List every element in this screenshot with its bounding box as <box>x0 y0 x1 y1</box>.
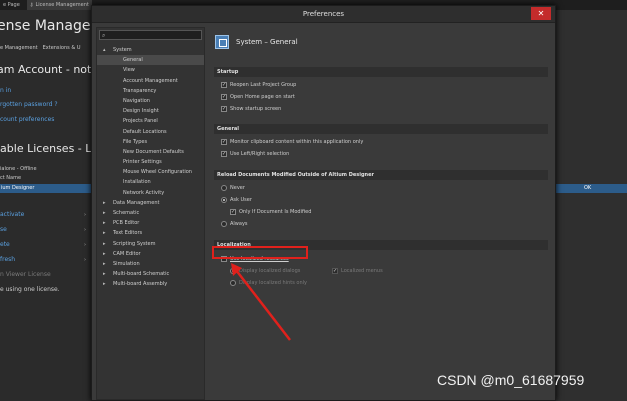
watermark: CSDN @m0_61687959 <box>437 372 585 388</box>
annotation-arrow <box>231 263 291 341</box>
